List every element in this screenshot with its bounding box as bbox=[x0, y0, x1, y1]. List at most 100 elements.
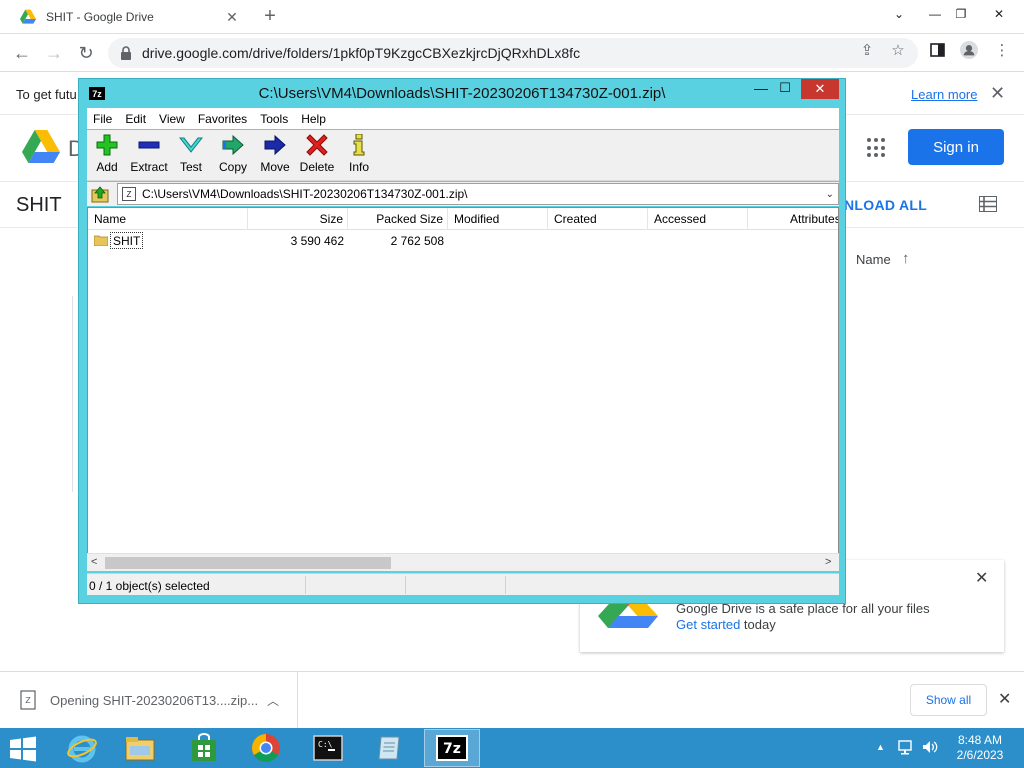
menu-view[interactable]: View bbox=[159, 112, 185, 126]
tab-search-icon[interactable]: ⌄ bbox=[882, 0, 916, 28]
delete-button[interactable]: Delete bbox=[295, 134, 339, 178]
scroll-left-icon[interactable]: < bbox=[91, 556, 97, 568]
file-list-header: Name Size Packed Size Modified Created A… bbox=[88, 208, 838, 230]
clock-time: 8:48 AM bbox=[957, 733, 1003, 747]
folder-icon bbox=[94, 235, 108, 246]
move-label: Move bbox=[260, 160, 290, 174]
path-combobox[interactable]: Z C:\Users\VM4\Downloads\SHIT-20230206T1… bbox=[117, 183, 839, 205]
browser-restore-button[interactable]: ❐ bbox=[944, 0, 978, 28]
column-name[interactable]: Name bbox=[88, 208, 248, 230]
plus-icon bbox=[95, 134, 119, 156]
row-size: 3 590 462 bbox=[290, 234, 344, 248]
test-button[interactable]: Test bbox=[169, 134, 213, 178]
sevenzip-titlebar[interactable]: 7z C:\Users\VM4\Downloads\SHIT-20230206T… bbox=[79, 79, 845, 107]
browser-menu-icon[interactable]: ⋮ bbox=[993, 41, 1011, 59]
taskbar: C:\ 7z ▲ 8:48 AM 2/6/2023 bbox=[0, 728, 1024, 768]
column-modified[interactable]: Modified bbox=[448, 208, 548, 230]
extract-button[interactable]: Extract bbox=[127, 134, 171, 178]
folder-up-icon[interactable] bbox=[91, 185, 109, 203]
add-button[interactable]: Add bbox=[85, 134, 129, 178]
safe-card-close-icon[interactable]: ✕ bbox=[975, 568, 988, 588]
menu-favorites[interactable]: Favorites bbox=[198, 112, 247, 126]
bookmark-star-icon[interactable]: ☆ bbox=[889, 41, 907, 59]
windows-start-icon[interactable] bbox=[8, 736, 38, 762]
tab-google-drive[interactable]: SHIT - Google Drive ✕ bbox=[8, 0, 246, 34]
menu-tools[interactable]: Tools bbox=[260, 112, 288, 126]
scroll-right-icon[interactable]: > bbox=[825, 556, 831, 568]
sevenzip-title: C:\Users\VM4\Downloads\SHIT-20230206T134… bbox=[258, 85, 666, 102]
google-apps-icon[interactable] bbox=[867, 138, 887, 158]
test-label: Test bbox=[179, 160, 202, 174]
show-all-button[interactable]: Show all bbox=[910, 684, 987, 716]
column-packed-size[interactable]: Packed Size bbox=[348, 208, 448, 230]
sort-by-name-label[interactable]: Name bbox=[856, 252, 891, 267]
scroll-thumb[interactable] bbox=[105, 557, 391, 569]
svg-text:C:\: C:\ bbox=[318, 740, 333, 749]
column-accessed[interactable]: Accessed bbox=[648, 208, 748, 230]
sign-in-button[interactable]: Sign in bbox=[908, 129, 1004, 165]
browser-close-button[interactable]: ✕ bbox=[982, 0, 1016, 28]
copy-button[interactable]: Copy bbox=[211, 134, 255, 178]
status-divider bbox=[405, 576, 406, 594]
info-button[interactable]: Info bbox=[337, 134, 381, 178]
tray-chevron-up-icon[interactable]: ▲ bbox=[876, 742, 885, 752]
command-prompt-icon: C:\ bbox=[313, 735, 343, 761]
taskbar-file-explorer[interactable] bbox=[112, 729, 168, 767]
horizontal-scrollbar[interactable]: < > bbox=[87, 553, 839, 571]
volume-icon[interactable] bbox=[922, 739, 938, 755]
list-view-icon[interactable] bbox=[979, 196, 997, 212]
copy-arrow-icon bbox=[221, 134, 245, 156]
menu-edit[interactable]: Edit bbox=[125, 112, 146, 126]
sevenzip-minimize-button[interactable]: — bbox=[749, 80, 773, 100]
tab-close-icon[interactable]: ✕ bbox=[224, 9, 240, 25]
taskbar-store[interactable] bbox=[176, 729, 232, 767]
move-button[interactable]: Move bbox=[253, 134, 297, 178]
taskbar-7zip[interactable]: 7z bbox=[424, 729, 480, 767]
profile-avatar-icon[interactable] bbox=[960, 41, 978, 59]
menu-help[interactable]: Help bbox=[301, 112, 326, 126]
side-panel-icon[interactable] bbox=[928, 41, 946, 59]
share-icon[interactable]: ⇪ bbox=[858, 41, 876, 59]
info-bar-close-icon[interactable]: ✕ bbox=[990, 83, 1005, 104]
sevenzip-toolbar: Add Extract Test Copy Move Delete Info bbox=[87, 130, 839, 181]
sort-up-arrow-icon[interactable]: ↑ bbox=[902, 250, 910, 267]
notepad-icon bbox=[378, 736, 400, 760]
system-clock[interactable]: 8:48 AM 2/6/2023 bbox=[944, 733, 1016, 763]
info-icon bbox=[347, 134, 371, 156]
download-item[interactable]: Z Opening SHIT-20230206T13....zip... ︿ bbox=[0, 672, 298, 728]
get-started-link[interactable]: Get started bbox=[676, 617, 740, 632]
taskbar-command-prompt[interactable]: C:\ bbox=[300, 729, 356, 767]
learn-more-link[interactable]: Learn more bbox=[911, 87, 977, 102]
download-all-button[interactable]: NLOAD ALL bbox=[844, 197, 927, 213]
chevron-down-icon[interactable]: ⌄ bbox=[826, 189, 834, 200]
download-shelf-close-icon[interactable]: ✕ bbox=[998, 689, 1011, 709]
divider bbox=[72, 296, 73, 492]
taskbar-internet-explorer[interactable] bbox=[54, 729, 110, 767]
new-tab-button[interactable]: + bbox=[260, 6, 280, 26]
folder-title: SHIT bbox=[16, 194, 62, 216]
file-list[interactable]: Name Size Packed Size Modified Created A… bbox=[87, 207, 839, 571]
minus-icon bbox=[137, 134, 161, 156]
file-explorer-icon bbox=[125, 737, 155, 761]
delete-label: Delete bbox=[299, 160, 335, 174]
column-attributes[interactable]: Attributes bbox=[748, 208, 838, 230]
action-center-flag-icon[interactable] bbox=[898, 739, 914, 755]
archive-icon: Z bbox=[122, 187, 136, 201]
chevron-up-icon[interactable]: ︿ bbox=[267, 692, 279, 709]
taskbar-chrome[interactable] bbox=[238, 729, 294, 767]
status-divider bbox=[505, 576, 506, 594]
sevenzip-maximize-button[interactable]: ☐ bbox=[773, 80, 797, 100]
sevenzip-pathbar: Z C:\Users\VM4\Downloads\SHIT-20230206T1… bbox=[87, 182, 839, 206]
back-arrow-icon[interactable]: ← bbox=[10, 41, 34, 65]
download-shelf: Z Opening SHIT-20230206T13....zip... ︿ S… bbox=[0, 671, 1024, 728]
sevenzip-close-button[interactable]: ✕ bbox=[801, 79, 839, 99]
reload-icon[interactable]: ↻ bbox=[74, 41, 98, 65]
google-drive-logo bbox=[22, 130, 60, 163]
address-bar[interactable]: drive.google.com/drive/folders/1pkf0pT9K… bbox=[108, 38, 918, 68]
column-size[interactable]: Size bbox=[248, 208, 348, 230]
forward-arrow-icon[interactable]: → bbox=[42, 41, 66, 65]
table-row[interactable]: SHIT 3 590 462 2 762 508 bbox=[88, 232, 838, 250]
taskbar-notepad[interactable] bbox=[362, 729, 418, 767]
menu-file[interactable]: File bbox=[93, 112, 112, 126]
column-created[interactable]: Created bbox=[548, 208, 648, 230]
